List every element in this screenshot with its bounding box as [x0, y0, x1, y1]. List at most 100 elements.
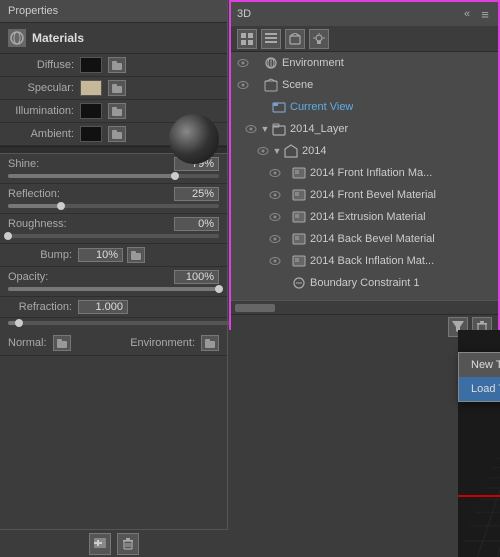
tree-item-environment[interactable]: Environment — [231, 52, 498, 74]
reflection-thumb[interactable] — [57, 202, 65, 210]
tree-item-extrusion[interactable]: 2014 Extrusion Material — [231, 206, 498, 228]
reflection-track[interactable] — [8, 204, 219, 208]
vis-eye-back-bevel[interactable] — [267, 231, 283, 247]
tree-item-boundary-constraint-1[interactable]: Boundary Constraint 1 — [231, 272, 498, 294]
opacity-row: Opacity: 100% — [0, 267, 227, 297]
bump-row: Bump: 10% — [0, 244, 227, 267]
opacity-thumb[interactable] — [215, 285, 223, 293]
reflection-row: Reflection: 25% — [0, 184, 227, 214]
vis-eye-back-inflation[interactable] — [267, 253, 283, 269]
tree-item-front-inflation[interactable]: 2014 Front Inflation Ma... — [231, 162, 498, 184]
reflection-label: Reflection: — [8, 188, 60, 200]
context-menu: New Texture... Load Texture... — [458, 352, 500, 402]
roughness-thumb[interactable] — [4, 232, 12, 240]
opacity-label: Opacity: — [8, 271, 48, 283]
vis-eye-2014-layer[interactable] — [243, 121, 259, 137]
label-2014-layer: 2014_Layer — [290, 123, 348, 135]
specular-row: Specular: — [0, 77, 227, 100]
arrow-scene — [251, 79, 263, 91]
vis-eye-front-inflation[interactable] — [267, 165, 283, 181]
vis-eye-front-bevel[interactable] — [267, 187, 283, 203]
label-front-bevel: 2014 Front Bevel Material — [310, 189, 436, 201]
refraction-input[interactable]: 1.000 — [78, 300, 128, 314]
context-new-texture[interactable]: New Texture... — [459, 353, 500, 377]
materials-label: Materials — [32, 31, 84, 45]
illumination-folder-btn[interactable] — [108, 103, 126, 119]
add-button[interactable] — [89, 533, 111, 555]
vis-eye-environment[interactable] — [235, 55, 251, 71]
label-back-inflation: 2014 Back Inflation Mat... — [310, 255, 434, 267]
shine-label: Shine: — [8, 158, 39, 170]
label-boundary-constraint-1: Boundary Constraint 1 — [310, 277, 419, 289]
light-icon[interactable] — [309, 29, 329, 49]
arrow-front-bevel — [283, 189, 291, 201]
tree-item-back-bevel[interactable]: 2014 Back Bevel Material — [231, 228, 498, 250]
grid-view-icon[interactable] — [237, 29, 257, 49]
scroll-thumb[interactable] — [235, 304, 275, 312]
delete-button[interactable] — [117, 533, 139, 555]
label-extrusion: 2014 Extrusion Material — [310, 211, 426, 223]
left-bottom-toolbar — [0, 529, 228, 557]
node-icon-2014-layer — [271, 121, 287, 137]
arrow-environment — [251, 57, 263, 69]
properties-panel: Properties Materials Diffuse: Specular: — [0, 0, 228, 557]
tree-item-front-bevel[interactable]: 2014 Front Bevel Material — [231, 184, 498, 206]
collapse-icon[interactable]: « — [460, 7, 474, 21]
label-scene: Scene — [282, 79, 313, 91]
opacity-track[interactable] — [8, 287, 219, 291]
shine-thumb[interactable] — [171, 172, 179, 180]
normal-env-row: Normal: Environment: — [0, 331, 227, 356]
refraction-row: Refraction: 1.000 — [0, 297, 227, 318]
normal-folder-btn[interactable] — [53, 335, 71, 351]
context-load-texture[interactable]: Load Texture... — [459, 377, 500, 401]
3d-toolbar — [231, 26, 498, 52]
arrow-back-bevel — [283, 233, 291, 245]
label-2014: 2014 — [302, 145, 326, 157]
horizontal-scrollbar[interactable] — [231, 300, 498, 314]
label-environment: Environment — [282, 57, 344, 69]
list-view-icon[interactable] — [261, 29, 281, 49]
properties-header: Properties — [0, 0, 227, 23]
shine-track[interactable] — [8, 174, 219, 178]
menu-icon[interactable]: ≡ — [478, 7, 492, 21]
specular-color[interactable] — [80, 80, 102, 96]
vis-eye-2014[interactable] — [255, 143, 271, 159]
ambient-folder-btn[interactable] — [108, 126, 126, 142]
arrow-back-inflation — [283, 255, 291, 267]
illumination-color[interactable] — [80, 103, 102, 119]
bump-input[interactable]: 10% — [78, 248, 123, 262]
reflection-input[interactable]: 25% — [174, 187, 219, 201]
diffuse-folder-btn[interactable] — [108, 57, 126, 73]
roughness-row: Roughness: 0% — [0, 214, 227, 244]
node-icon-2014 — [283, 143, 299, 159]
tree-item-2014-layer[interactable]: ▼ 2014_Layer — [231, 118, 498, 140]
roughness-input[interactable]: 0% — [174, 217, 219, 231]
roughness-label: Roughness: — [8, 218, 67, 230]
refraction-thumb[interactable] — [15, 319, 23, 327]
vis-eye-scene[interactable] — [235, 77, 251, 93]
node-icon-extrusion — [291, 209, 307, 225]
ambient-label: Ambient: — [8, 128, 80, 140]
tree-item-back-inflation[interactable]: 2014 Back Inflation Mat... — [231, 250, 498, 272]
specular-folder-btn[interactable] — [108, 80, 126, 96]
ambient-color[interactable] — [80, 126, 102, 142]
bump-folder-btn[interactable] — [127, 247, 145, 263]
tree-item-current-view[interactable]: Current View — [231, 96, 498, 118]
node-icon-scene — [263, 77, 279, 93]
environment-folder-btn[interactable] — [201, 335, 219, 351]
illumination-label: Illumination: — [8, 105, 80, 117]
arrow-2014[interactable]: ▼ — [271, 145, 283, 157]
tree-item-scene[interactable]: Scene — [231, 74, 498, 96]
tree-item-2014[interactable]: ▼ 2014 — [231, 140, 498, 162]
materials-icon — [8, 29, 26, 47]
right-panel: 3D « ≡ — [229, 0, 500, 557]
roughness-track[interactable] — [8, 234, 219, 238]
reflection-fill — [8, 204, 61, 208]
3d-scene-icon[interactable] — [285, 29, 305, 49]
diffuse-color[interactable] — [80, 57, 102, 73]
refraction-track[interactable] — [8, 321, 235, 325]
opacity-input[interactable]: 100% — [174, 270, 219, 284]
arrow-2014-layer[interactable]: ▼ — [259, 123, 271, 135]
vis-eye-extrusion[interactable] — [267, 209, 283, 225]
tree-area: Environment Scene Current — [231, 52, 498, 300]
